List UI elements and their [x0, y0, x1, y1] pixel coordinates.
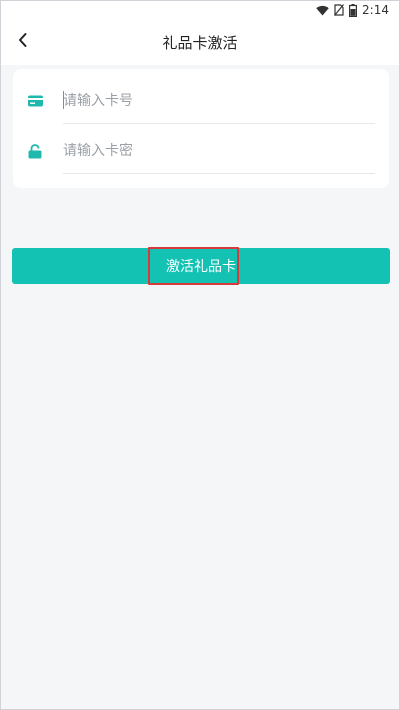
card-password-field	[25, 128, 375, 174]
card-number-field	[25, 78, 375, 124]
text-cursor	[63, 91, 64, 109]
card-password-input[interactable]	[63, 135, 375, 166]
wifi-icon	[316, 5, 329, 16]
battery-icon	[349, 3, 358, 17]
activate-gift-card-button[interactable]: 激活礼品卡	[12, 247, 390, 285]
header: 礼品卡激活	[1, 19, 399, 65]
gift-card-activation-screen: 2:14 礼品卡激活 请输入卡号 激活礼品卡	[0, 0, 400, 710]
page-title: 礼品卡激活	[162, 34, 238, 52]
gift-card-form	[13, 69, 389, 188]
activate-button-label: 激活礼品卡	[166, 259, 236, 275]
card-password-input-wrap	[63, 128, 375, 174]
lock-icon	[26, 142, 44, 160]
status-time: 2:14	[362, 3, 389, 17]
status-bar: 2:14	[1, 1, 399, 19]
no-sim-icon	[334, 4, 345, 16]
card-number-input[interactable]	[63, 85, 375, 116]
status-icons: 2:14	[316, 3, 389, 17]
card-number-input-wrap	[63, 78, 375, 124]
card-icon	[26, 92, 44, 110]
